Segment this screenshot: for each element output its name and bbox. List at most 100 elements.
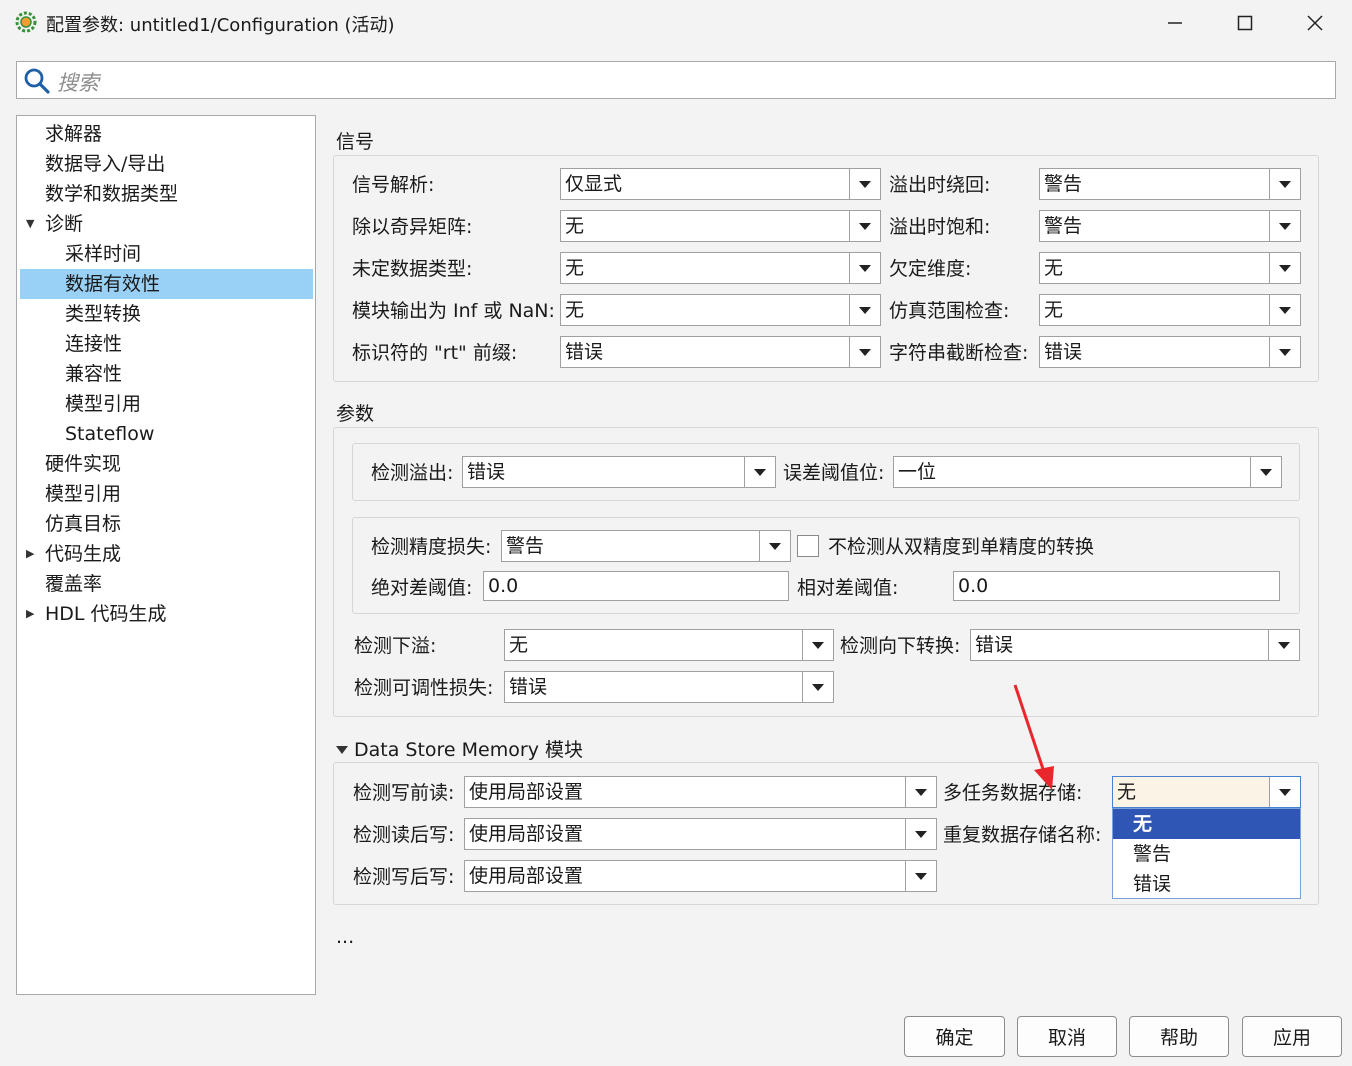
select-value: 无 <box>509 634 529 656</box>
chevron-down-icon[interactable] <box>802 630 833 660</box>
dropdown-option-warning[interactable]: 警告 <box>1113 839 1300 869</box>
chevron-down-icon[interactable] <box>905 777 936 807</box>
close-button[interactable] <box>1280 0 1350 46</box>
tree-item-sample-time[interactable]: 采样时间 <box>20 239 313 269</box>
chevron-down-icon[interactable] <box>849 169 880 199</box>
underspecified-dimensions-select[interactable]: 无 <box>1039 252 1301 284</box>
write-after-read-select[interactable]: 使用局部设置 <box>464 818 937 850</box>
tree-item-solver[interactable]: 求解器 <box>20 119 313 149</box>
chevron-down-icon[interactable] <box>1269 169 1300 199</box>
tree-item-code-generation[interactable]: ▶ 代码生成 <box>20 539 313 569</box>
error-threshold-bits-select[interactable]: 一位 <box>893 456 1282 488</box>
chevron-down-icon[interactable] <box>1269 777 1300 807</box>
division-singular-matrix-select[interactable]: 无 <box>560 210 881 242</box>
sim-range-checking-select[interactable]: 无 <box>1039 294 1301 326</box>
rt-prefix-select[interactable]: 错误 <box>560 336 881 368</box>
relative-tolerance-input[interactable]: 0.0 <box>953 571 1280 601</box>
select-value: 错误 <box>565 341 604 363</box>
dropdown-option-none[interactable]: 无 <box>1113 809 1300 839</box>
minimize-button[interactable] <box>1140 0 1210 46</box>
chevron-down-icon[interactable] <box>1250 457 1281 487</box>
chevron-down-icon[interactable] <box>1269 253 1300 283</box>
collapse-down-icon[interactable] <box>336 739 348 754</box>
detect-tunability-loss-select[interactable]: 错误 <box>504 671 834 703</box>
select-value: 使用局部设置 <box>469 823 584 845</box>
maximize-icon <box>1237 15 1253 31</box>
signal-resolution-select[interactable]: 仅显式 <box>560 168 881 200</box>
window-title: 配置参数: untitled1/Configuration (活动) <box>46 15 395 36</box>
maximize-button[interactable] <box>1210 0 1280 46</box>
detect-precision-loss-select[interactable]: 警告 <box>501 530 791 562</box>
chevron-down-icon[interactable] <box>849 253 880 283</box>
tree-item-type-conversion[interactable]: 类型转换 <box>20 299 313 329</box>
tree-item-compatibility[interactable]: 兼容性 <box>20 359 313 389</box>
saturate-on-overflow-label: 溢出时饱和: <box>889 216 991 238</box>
detect-downcast-label: 检测向下转换: <box>840 635 961 657</box>
tree-item-coverage[interactable]: 覆盖率 <box>20 569 313 599</box>
division-singular-matrix-label: 除以奇异矩阵: <box>352 216 473 238</box>
select-value: 错误 <box>1044 341 1083 363</box>
chevron-down-icon[interactable] <box>1269 337 1300 367</box>
no-double-to-single-checkbox[interactable] <box>797 535 819 557</box>
tree-item-simulation-target[interactable]: 仿真目标 <box>20 509 313 539</box>
tree-item-label: 数学和数据类型 <box>45 183 179 205</box>
detect-downcast-select[interactable]: 错误 <box>970 629 1300 661</box>
tree-item-hdl-code-generation[interactable]: ▶ HDL 代码生成 <box>20 599 313 629</box>
search-input[interactable]: 搜索 <box>16 61 1336 99</box>
chevron-down-icon[interactable] <box>849 211 880 241</box>
chevron-down-icon[interactable] <box>1269 211 1300 241</box>
underspecified-data-types-select[interactable]: 无 <box>560 252 881 284</box>
help-button[interactable]: 帮助 <box>1129 1016 1229 1057</box>
wrap-on-overflow-label: 溢出时绕回: <box>889 174 991 196</box>
tree-item-hardware-implementation[interactable]: 硬件实现 <box>20 449 313 479</box>
saturate-on-overflow-select[interactable]: 警告 <box>1039 210 1301 242</box>
tree-item-connectivity[interactable]: 连接性 <box>20 329 313 359</box>
expand-right-icon[interactable]: ▶ <box>26 539 34 569</box>
inf-nan-output-select[interactable]: 无 <box>560 294 881 326</box>
write-after-write-label: 检测写后写: <box>353 866 455 888</box>
tree-item-label: 代码生成 <box>45 543 122 565</box>
string-truncation-select[interactable]: 错误 <box>1039 336 1301 368</box>
chevron-down-icon[interactable] <box>905 861 936 891</box>
apply-button[interactable]: 应用 <box>1242 1016 1342 1057</box>
tree-item-data-import-export[interactable]: 数据导入/导出 <box>20 149 313 179</box>
multitask-data-store-select[interactable]: 无 <box>1112 776 1301 808</box>
select-value: 使用局部设置 <box>469 865 584 887</box>
write-after-write-select[interactable]: 使用局部设置 <box>464 860 937 892</box>
input-value: 0.0 <box>958 575 989 597</box>
absolute-tolerance-input[interactable]: 0.0 <box>483 571 789 601</box>
chevron-down-icon[interactable] <box>849 295 880 325</box>
dropdown-option-error[interactable]: 错误 <box>1113 869 1300 899</box>
chevron-down-icon[interactable] <box>759 531 790 561</box>
detect-underflow-label: 检测下溢: <box>354 635 437 657</box>
multitask-dropdown-list[interactable]: 无 警告 错误 <box>1112 808 1301 899</box>
select-value: 无 <box>1117 781 1137 803</box>
tree-item-stateflow[interactable]: Stateflow <box>20 419 313 449</box>
category-tree[interactable]: 求解器 数据导入/导出 数学和数据类型 ▼ 诊断 采样时间 数据有效性 类型转换… <box>16 115 316 995</box>
chevron-down-icon[interactable] <box>1268 630 1299 660</box>
detect-overflow-select[interactable]: 错误 <box>462 456 776 488</box>
cancel-button[interactable]: 取消 <box>1017 1016 1117 1057</box>
error-threshold-bits-label: 误差阈值位: <box>783 462 885 484</box>
tree-item-data-validity[interactable]: 数据有效性 <box>20 269 313 299</box>
search-placeholder: 搜索 <box>57 71 99 95</box>
chevron-down-icon[interactable] <box>1269 295 1300 325</box>
chevron-down-icon[interactable] <box>744 457 775 487</box>
chevron-down-icon[interactable] <box>849 337 880 367</box>
wrap-on-overflow-select[interactable]: 警告 <box>1039 168 1301 200</box>
detect-overflow-label: 检测溢出: <box>371 462 454 484</box>
chevron-down-icon[interactable] <box>802 672 833 702</box>
detect-underflow-select[interactable]: 无 <box>504 629 834 661</box>
chevron-down-icon[interactable] <box>905 819 936 849</box>
select-value: 使用局部设置 <box>469 781 584 803</box>
select-value: 一位 <box>898 461 937 483</box>
tree-item-diag-model-referencing[interactable]: 模型引用 <box>20 389 313 419</box>
red-arrow-annotation <box>1013 684 1054 790</box>
tree-item-diagnostics[interactable]: ▼ 诊断 <box>20 209 313 239</box>
expand-down-icon[interactable]: ▼ <box>26 209 34 239</box>
expand-right-icon[interactable]: ▶ <box>26 599 34 629</box>
read-before-write-select[interactable]: 使用局部设置 <box>464 776 937 808</box>
tree-item-math-data-types[interactable]: 数学和数据类型 <box>20 179 313 209</box>
tree-item-model-referencing[interactable]: 模型引用 <box>20 479 313 509</box>
ok-button[interactable]: 确定 <box>904 1016 1005 1057</box>
